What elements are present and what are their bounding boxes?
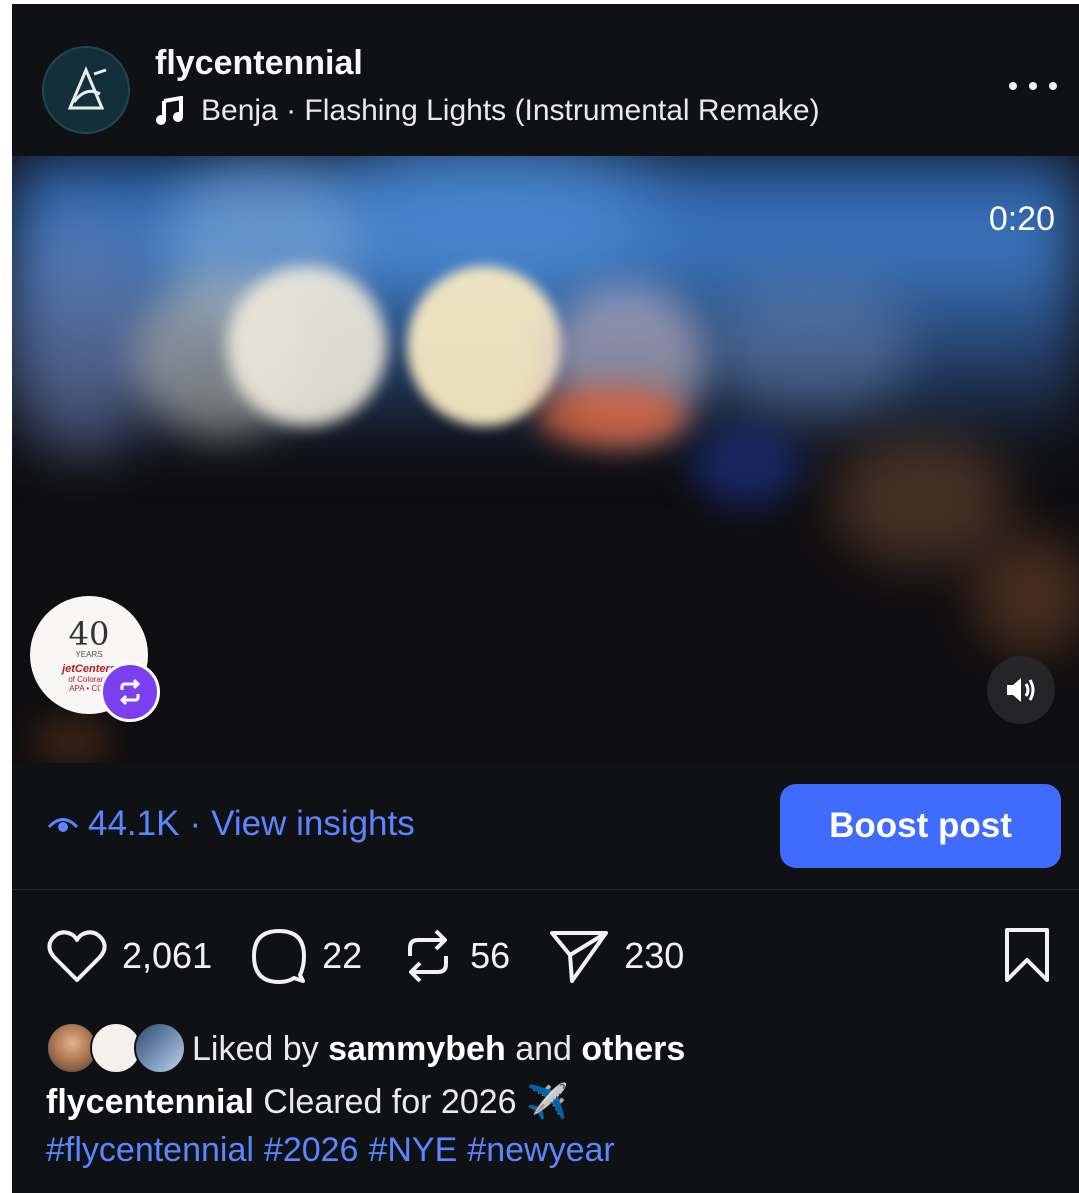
liked-by-user[interactable]: sammybeh: [328, 1030, 506, 1068]
video-timer: 0:20: [988, 200, 1055, 238]
bookmark-icon: [1005, 928, 1049, 982]
more-icon: [1009, 82, 1017, 90]
post-card: flycentennial Benja · Flashing Lights (I…: [12, 4, 1079, 1193]
comment-count: 22: [322, 935, 363, 976]
volume-toggle-button[interactable]: [987, 656, 1055, 724]
hashtag-link[interactable]: #newyear: [467, 1131, 614, 1169]
liked-by-prefix: Liked by: [192, 1029, 319, 1068]
anniversary-number: 40: [68, 614, 110, 653]
share-icon: [550, 931, 609, 983]
like-button[interactable]: 2,061: [46, 928, 212, 984]
share-count: 230: [624, 935, 685, 976]
post-header: flycentennial Benja · Flashing Lights (I…: [12, 4, 1079, 156]
action-bar: 2,061 22 56 230: [46, 924, 722, 988]
caption-text: Cleared for 2026: [263, 1083, 517, 1121]
view-count: 44.1K: [88, 804, 180, 843]
comment-button[interactable]: 22: [250, 927, 362, 985]
eye-icon: [46, 812, 80, 836]
more-options-button[interactable]: [1009, 66, 1057, 106]
video-player[interactable]: 0:20 40 YEARS jetCenters of Colorado APA…: [12, 156, 1079, 763]
flycentennial-logo-icon: [67, 66, 107, 110]
repost-count: 56: [470, 935, 511, 976]
view-insights-link[interactable]: 44.1K · View insights: [46, 804, 415, 844]
hashtag-link[interactable]: #flycentennial: [46, 1131, 254, 1169]
liked-by-row[interactable]: Liked by sammybeh and others: [46, 1022, 685, 1076]
repost-button[interactable]: 56: [400, 926, 510, 986]
repost-badge-icon: [119, 678, 141, 706]
save-button[interactable]: [1002, 926, 1052, 989]
liked-by-connector: and: [515, 1029, 572, 1068]
caption-username[interactable]: flycentennial: [46, 1083, 254, 1121]
heart-icon: [47, 930, 107, 982]
hashtags: #flycentennial #2026 #NYE #newyear: [46, 1131, 625, 1170]
anniversary-years: YEARS: [75, 649, 103, 659]
comment-icon: [252, 929, 307, 984]
insights-separator: ·: [189, 804, 202, 843]
boost-post-button[interactable]: Boost post: [780, 784, 1061, 868]
caption-emoji: ✈️: [526, 1083, 569, 1121]
music-track[interactable]: Benja · Flashing Lights (Instrumental Re…: [155, 94, 820, 128]
repost-badge: [100, 662, 160, 722]
repost-icon: [408, 929, 449, 983]
music-label: Benja · Flashing Lights (Instrumental Re…: [201, 94, 820, 127]
view-insights-label: View insights: [211, 804, 415, 843]
liker-avatar: [134, 1022, 186, 1074]
like-count: 2,061: [122, 935, 213, 976]
post-caption: flycentennial Cleared for 2026 ✈️: [46, 1082, 568, 1122]
volume-icon: [1007, 678, 1035, 702]
hashtag-link[interactable]: #2026: [264, 1131, 359, 1169]
music-note-icon: [155, 96, 185, 126]
liked-by-others[interactable]: others: [581, 1030, 685, 1068]
hashtag-link[interactable]: #NYE: [368, 1131, 457, 1169]
divider: [12, 889, 1079, 890]
share-button[interactable]: 230: [548, 927, 684, 985]
liked-by-text: Liked by sammybeh and others: [192, 1030, 685, 1069]
post-username[interactable]: flycentennial: [155, 44, 363, 83]
liker-avatars: [46, 1022, 186, 1076]
profile-avatar[interactable]: [42, 46, 130, 134]
